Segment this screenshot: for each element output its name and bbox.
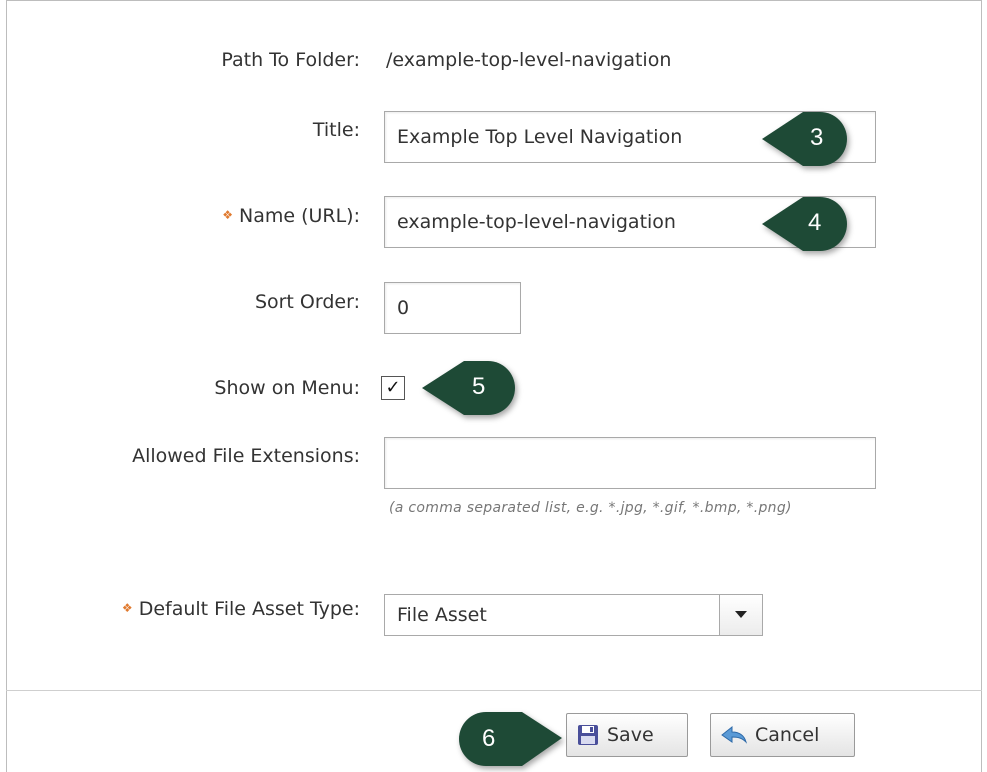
back-arrow-icon — [721, 725, 747, 744]
sort-label: Sort Order: — [254, 291, 360, 313]
caret-down-icon[interactable] — [719, 595, 762, 635]
menu-label: Show on Menu: — [214, 377, 360, 399]
callout-5-number: 5 — [472, 373, 486, 400]
checkmark-icon: ✓ — [385, 377, 401, 398]
cancel-button-label: Cancel — [755, 724, 820, 746]
asset-type-label-text: Default File Asset Type: — [138, 598, 360, 620]
callout-5: 5 — [418, 357, 523, 419]
extensions-hint: (a comma separated list, e.g. *.jpg, *.g… — [389, 500, 792, 516]
sort-input-value: 0 — [397, 297, 410, 319]
asset-type-selected: File Asset — [397, 604, 487, 626]
floppy-disk-icon — [578, 725, 598, 745]
path-value: /example-top-level-navigation — [386, 49, 672, 71]
sort-order-input[interactable]: 0 — [384, 282, 521, 334]
name-label-text: Name (URL): — [238, 205, 360, 227]
cancel-button[interactable]: Cancel — [710, 713, 855, 757]
callout-6: 6 — [456, 709, 566, 769]
callout-4-number: 4 — [808, 209, 822, 236]
extensions-input[interactable] — [384, 437, 876, 489]
name-input-value: example-top-level-navigation — [397, 211, 676, 233]
save-button[interactable]: Save — [566, 713, 688, 757]
show-on-menu-checkbox[interactable]: ✓ — [381, 376, 405, 400]
callout-4: 4 — [758, 193, 858, 255]
required-icon: ❖ — [222, 208, 233, 222]
asset-type-select[interactable]: File Asset — [384, 594, 763, 636]
footer-divider — [6, 690, 982, 691]
callout-3: 3 — [758, 108, 858, 170]
callout-6-number: 6 — [482, 725, 496, 752]
asset-type-label: ❖ Default File Asset Type: — [20, 598, 360, 620]
required-icon: ❖ — [121, 601, 133, 615]
save-button-label: Save — [607, 724, 654, 746]
title-label: Title: — [312, 119, 360, 141]
name-label: ❖ Name (URL): — [20, 205, 360, 227]
path-label: Path To Folder: — [221, 49, 360, 71]
extensions-label: Allowed File Extensions: — [132, 445, 360, 467]
callout-3-number: 3 — [810, 124, 824, 151]
title-input-value: Example Top Level Navigation — [397, 126, 683, 148]
